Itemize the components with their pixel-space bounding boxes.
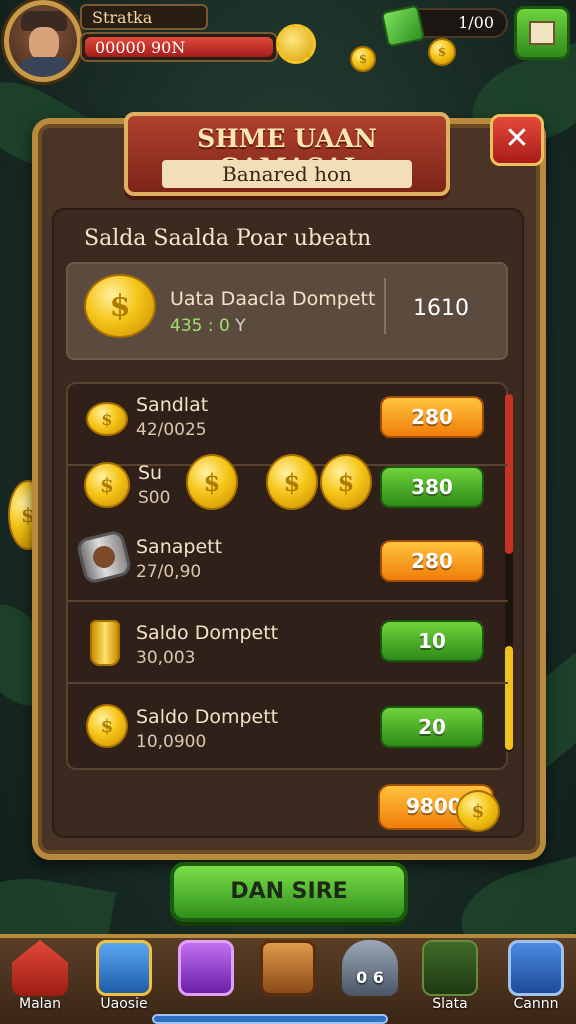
- floating-coin-icon: $: [428, 38, 456, 66]
- nav-item-box[interactable]: Uaosie: [90, 938, 158, 1022]
- avatar-face: [29, 27, 59, 61]
- nav-item-treasure-chest[interactable]: [254, 938, 322, 1022]
- buy-button[interactable]: 20: [380, 706, 484, 748]
- nav-item-gift-chest[interactable]: [172, 938, 240, 1022]
- coin-icon: $: [456, 790, 500, 832]
- nav-item-gold-bar[interactable]: Slata: [416, 938, 484, 1022]
- gear-coin-icon[interactable]: [276, 24, 316, 64]
- item-name: Saldo Dompett: [136, 622, 279, 644]
- coin-stack-icon: $: [86, 402, 128, 436]
- nav-progress-bar: [152, 1014, 388, 1024]
- coin-icon: $: [84, 462, 130, 508]
- wallet-rate: 435 : 0 Y: [170, 316, 246, 336]
- box-icon: [96, 940, 152, 996]
- health-bar: 00000 90N: [80, 32, 278, 62]
- item-amount: 30,003: [136, 648, 196, 668]
- item-amount: 10,0900: [136, 732, 207, 752]
- item-name: Sandlat: [136, 394, 209, 416]
- map-button[interactable]: [514, 6, 570, 60]
- item-name: Sanapett: [136, 536, 223, 558]
- wallet-balance: 1610: [413, 296, 469, 321]
- section-title: Salda Saalda Poar ubeatn: [84, 226, 372, 251]
- gem-icon: [380, 4, 426, 48]
- nav-label: 0 6: [356, 968, 384, 987]
- close-button[interactable]: ✕: [490, 114, 544, 166]
- avatar-coat: [15, 57, 75, 77]
- player-avatar[interactable]: [4, 0, 82, 82]
- gift-chest-icon: [178, 940, 234, 996]
- nav-item-home[interactable]: Malan: [6, 938, 74, 1022]
- coin-icon: $: [320, 454, 372, 510]
- gold-ingot-icon: [90, 620, 120, 666]
- treasure-chest-icon: [260, 940, 316, 996]
- wallet-name: Uata Daacla Dompett: [170, 288, 376, 310]
- coin-icon: $: [186, 454, 238, 510]
- edit-icon: [508, 940, 564, 996]
- nav-label: Cannn: [513, 996, 559, 1012]
- home-icon: [12, 940, 68, 996]
- item-name: Su: [138, 462, 163, 484]
- buy-button[interactable]: 10: [380, 620, 484, 662]
- buy-button[interactable]: 380: [380, 466, 484, 508]
- nav-label: Malan: [19, 996, 61, 1012]
- map-icon: [529, 21, 555, 45]
- item-name: Saldo Dompett: [136, 706, 279, 728]
- coin-icon: $: [266, 454, 318, 510]
- nav-label: Slata: [432, 996, 468, 1012]
- health-bar-fill: 00000 90N: [85, 37, 273, 57]
- floating-coin-icon: $: [350, 46, 376, 72]
- buy-button[interactable]: 280: [380, 396, 484, 438]
- coin-stack-icon: $: [86, 704, 128, 748]
- dialog-banner: SHME UAAN GAMASAI Banared hon: [124, 112, 450, 196]
- item-amount: 42/0025: [136, 420, 207, 440]
- item-amount: 27/0,90: [136, 562, 202, 582]
- gold-bar-icon: [422, 940, 478, 996]
- confirm-button[interactable]: DAN SIRE: [170, 862, 408, 922]
- coin-stack-icon: $: [84, 274, 156, 338]
- dialog-subtitle: Banared hon: [162, 160, 412, 188]
- nav-label: Uaosie: [100, 996, 148, 1012]
- buy-button[interactable]: 280: [380, 540, 484, 582]
- player-name: Stratka: [80, 4, 208, 30]
- item-amount: S00: [138, 488, 171, 508]
- nav-item-lock[interactable]: 0 6: [336, 938, 404, 1022]
- nav-item-edit[interactable]: Cannn: [502, 938, 570, 1022]
